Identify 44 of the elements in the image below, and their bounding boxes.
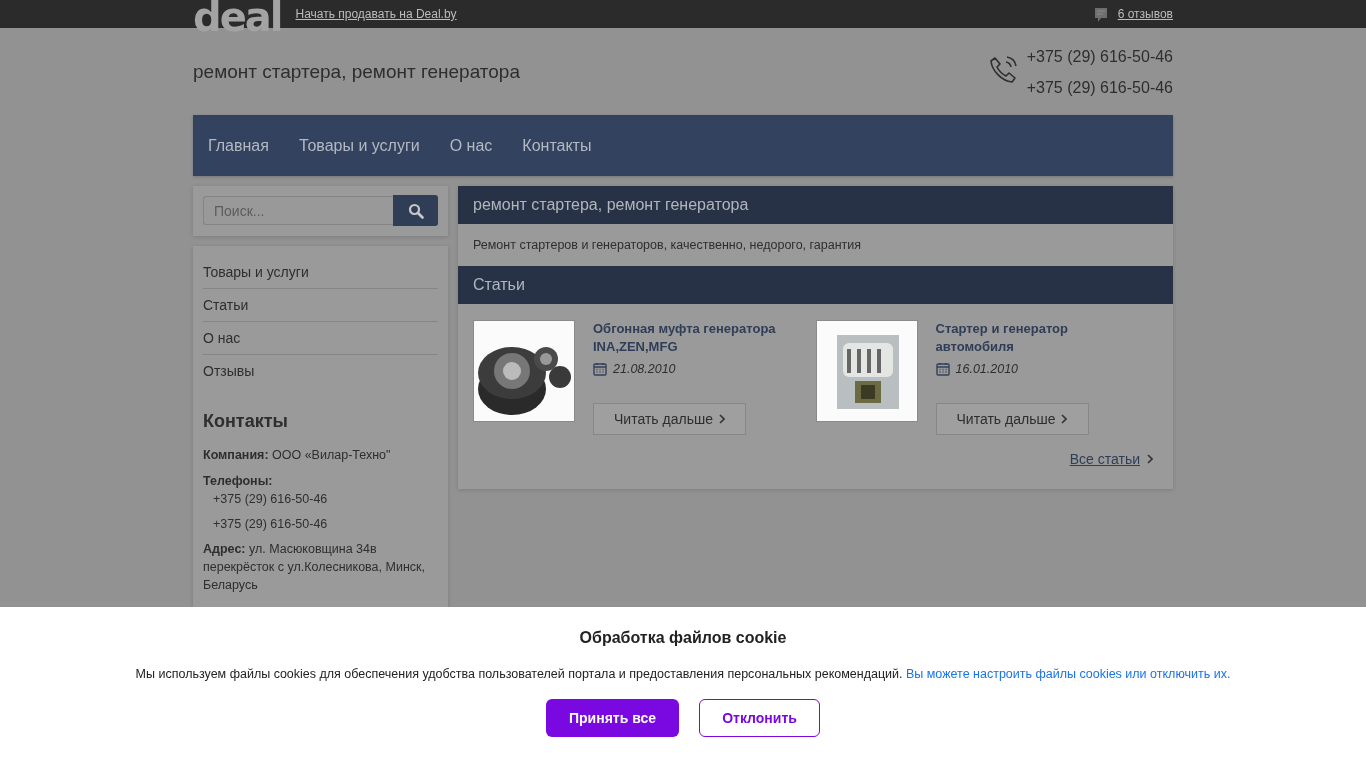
cookie-text: Мы используем файлы cookies для обеспечения удобства пользователей портала и предоставления персональных рекомендаций. (135, 667, 903, 681)
phone-number: +375 (29) 616-50-46 (1026, 46, 1173, 66)
sidebar-item[interactable]: Статьи (203, 289, 438, 322)
phone-number: +375 (29) 616-50-46 (213, 491, 329, 508)
company-text: Компания: ООО «Вилар-Техно" (203, 447, 392, 464)
calendar-icon (935, 362, 950, 376)
cookie-settings-link[interactable]: Вы можете настроить файлы cookies или отключить их. (906, 667, 1231, 681)
address-text: Адрес: ул. Масюковщина 34в перекрёсток с ул.Колесникова, Минск, Беларусь (203, 541, 426, 594)
phones-label: Телефоны: (203, 473, 274, 490)
chevron-right-icon (718, 414, 725, 424)
phone-number: +375 (29) 616-50-46 (1026, 77, 1173, 97)
all-articles-link[interactable]: Все статьи (1069, 451, 1140, 467)
chevron-right-icon (1061, 414, 1068, 424)
article-title[interactable]: Обгонная муфта генератора INA,ZEN,MFG (593, 320, 783, 356)
phone-number: +375 (29) 616-50-46 (213, 516, 329, 533)
section-heading: Статьи (458, 266, 1173, 304)
reviews-link[interactable]: 6 отзывов (1117, 7, 1173, 21)
decline-button[interactable]: Отклонить (699, 699, 820, 737)
article-date: 16.01.2010 (955, 362, 1019, 376)
search-button[interactable] (393, 195, 438, 226)
logo[interactable]: deal (193, 0, 282, 36)
cookie-title: Обработка файлов cookie (578, 629, 788, 647)
sidebar-item[interactable]: О нас (203, 322, 438, 355)
accept-button[interactable]: Принять все (546, 699, 679, 737)
search-icon (407, 202, 424, 219)
read-more-button[interactable]: Читать дальше (593, 403, 746, 435)
chevron-right-icon (1147, 454, 1153, 464)
nav-link[interactable]: Товары и услуги (298, 136, 420, 155)
site-title: ремонт стартера, ремонт генератора (193, 60, 520, 83)
description-text: Ремонт стартеров и генераторов, качественно, недорого, гарантия (472, 237, 863, 254)
sell-link[interactable]: Начать продавать на Deal.by (295, 7, 457, 21)
nav-link[interactable]: Контакты (522, 136, 592, 155)
section-heading: ремонт стартера, ремонт генератора (458, 186, 1173, 224)
sidebar-item[interactable]: Отзывы (203, 355, 438, 387)
contacts-heading: Контакты (203, 411, 289, 432)
article-date: 21.08.2010 (613, 362, 676, 376)
comment-icon (1093, 7, 1108, 23)
read-more-button[interactable]: Читать дальше (935, 403, 1089, 435)
calendar-icon (593, 362, 607, 376)
article-title[interactable]: Стартер и генератор автомобиля (935, 320, 1126, 356)
sidebar-item[interactable]: Товары и услуги (203, 256, 438, 289)
nav-link[interactable]: Главная (208, 136, 269, 155)
nav-link[interactable]: О нас (449, 136, 493, 155)
search-field[interactable]: Поиск... (203, 196, 393, 225)
